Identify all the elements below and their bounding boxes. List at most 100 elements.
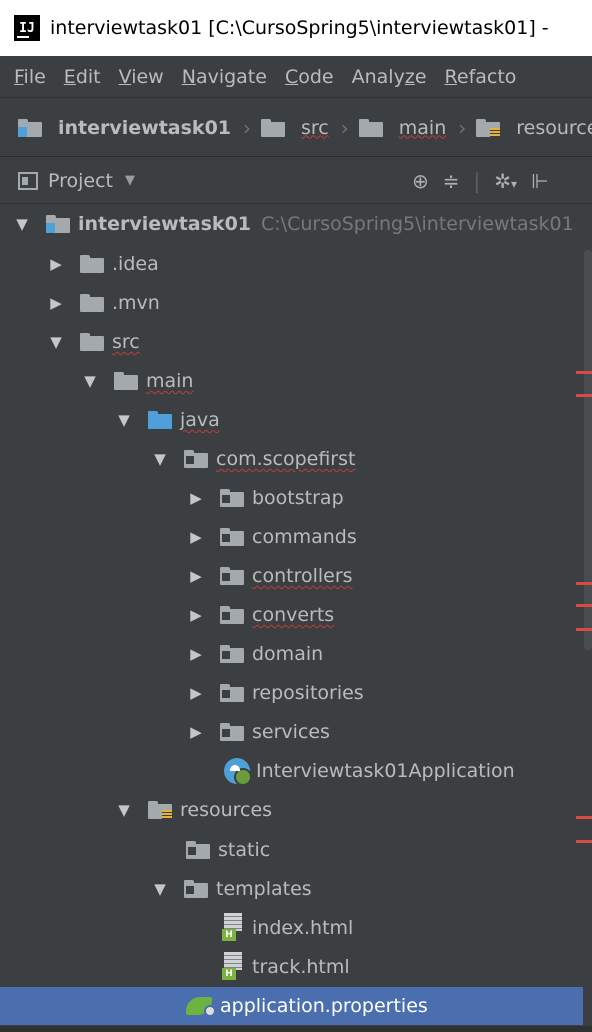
tree-item-label: track.html (252, 956, 350, 978)
breadcrumb-item-project[interactable]: interviewtask01 (18, 117, 231, 139)
tree-item-app-class[interactable]: Interviewtask01Application (0, 752, 592, 790)
chevron-right-icon: › (340, 115, 349, 140)
tree-item-label: .mvn (112, 292, 160, 314)
gear-icon[interactable]: ✲▾ (494, 169, 517, 193)
tree-item-converts[interactable]: ▶ converts (0, 596, 592, 634)
window-title-bar: IJ interviewtask01 [C:\CursoSpring5\inte… (0, 0, 592, 56)
breadcrumb-label: main (398, 116, 447, 139)
package-icon (220, 528, 244, 546)
chevron-down-icon[interactable]: ▼ (46, 332, 66, 352)
tree-item-services[interactable]: ▶ services (0, 713, 592, 751)
package-icon (220, 684, 244, 702)
tree-item-resources[interactable]: ▼ resources (0, 791, 592, 829)
tree-item-label: bootstrap (252, 487, 344, 509)
tree-item-label: main (146, 370, 194, 392)
menu-code[interactable]: Code (285, 66, 334, 88)
intellij-logo-icon: IJ (14, 15, 40, 41)
chevron-right-icon[interactable]: ▶ (186, 644, 206, 664)
breadcrumb-item-resources[interactable]: resource (476, 117, 592, 139)
chevron-down-icon[interactable]: ▼ (12, 214, 32, 234)
tree-item-label: converts (252, 604, 335, 626)
package-icon (220, 567, 244, 585)
chevron-right-icon: › (243, 115, 252, 140)
tree-item-java[interactable]: ▼ java (0, 401, 592, 439)
locate-icon[interactable]: ⊕ (412, 169, 429, 193)
tree-item-controllers[interactable]: ▶ controllers (0, 557, 592, 595)
scrollbar-thumb[interactable] (584, 250, 592, 650)
menu-edit[interactable]: Edit (64, 66, 101, 88)
tree-item-label: domain (252, 643, 324, 665)
folder-icon (80, 333, 104, 351)
folder-icon (186, 841, 210, 859)
breadcrumb-label: resource (516, 116, 592, 139)
chevron-right-icon[interactable]: ▶ (186, 722, 206, 742)
chevron-right-icon[interactable]: ▶ (46, 293, 66, 313)
error-marker[interactable] (576, 582, 592, 585)
html-file-icon: H (222, 913, 246, 943)
tree-item-track-html[interactable]: H track.html (0, 948, 592, 986)
error-marker[interactable] (576, 604, 592, 607)
tree-item-commands[interactable]: ▶ commands (0, 518, 592, 556)
tree-item-label: src (112, 331, 140, 353)
menu-analyze[interactable]: Analyze (352, 66, 427, 88)
collapse-all-icon[interactable]: ≑ (443, 169, 460, 193)
tree-item-label: java (180, 409, 220, 431)
breadcrumb-item-main[interactable]: main (358, 116, 447, 139)
tree-item-repositories[interactable]: ▶ repositories (0, 674, 592, 712)
folder-icon (80, 255, 104, 273)
chevron-right-icon[interactable]: ▶ (46, 254, 66, 274)
tree-item-idea[interactable]: ▶ .idea (0, 245, 592, 283)
error-marker[interactable] (576, 840, 592, 843)
spring-boot-app-icon (224, 758, 252, 786)
toolbar-separator: | (473, 169, 481, 193)
chevron-right-icon[interactable]: ▶ (186, 488, 206, 508)
error-marker[interactable] (576, 394, 592, 397)
project-panel-title[interactable]: Project (48, 170, 113, 192)
menu-file[interactable]: File (14, 66, 46, 88)
chevron-down-icon[interactable]: ▼ (80, 371, 100, 391)
chevron-right-icon[interactable]: ▶ (186, 527, 206, 547)
tree-item-mvn[interactable]: ▶ .mvn (0, 284, 592, 322)
tree-item-domain[interactable]: ▶ domain (0, 635, 592, 673)
folder-icon (358, 118, 383, 137)
chevron-down-icon[interactable]: ▼ (114, 800, 134, 820)
breadcrumb-label: interviewtask01 (58, 116, 232, 139)
folder-icon (114, 372, 138, 390)
tree-item-root[interactable]: ▼ interviewtask01 C:\CursoSpring5\interv… (0, 205, 592, 243)
tree-item-main[interactable]: ▼ main (0, 362, 592, 400)
tree-item-templates[interactable]: ▼ templates (0, 870, 592, 908)
chevron-right-icon[interactable]: ▶ (186, 605, 206, 625)
menu-bar: File Edit View Navigate Code Analyze Ref… (0, 56, 592, 98)
chevron-down-icon[interactable]: ▼ (114, 410, 134, 430)
breadcrumb-item-src[interactable]: src (261, 117, 329, 139)
tree-item-static[interactable]: static (0, 831, 592, 869)
error-marker[interactable] (576, 628, 592, 631)
tree-item-application-properties[interactable]: application.properties (0, 987, 592, 1025)
chevron-down-icon[interactable]: ▼ (125, 173, 135, 188)
hide-panel-icon[interactable]: ⊩ (531, 169, 548, 193)
chevron-down-icon[interactable]: ▼ (150, 449, 170, 469)
folder-icon (184, 880, 208, 898)
tree-item-label: Interviewtask01Application (256, 760, 515, 782)
package-icon (220, 723, 244, 741)
tree-item-bootstrap[interactable]: ▶ bootstrap (0, 479, 592, 517)
tree-item-label: com.scopefirst (216, 448, 356, 470)
breadcrumb-label: src (301, 116, 329, 139)
chevron-down-icon[interactable]: ▼ (150, 879, 170, 899)
error-marker[interactable] (576, 816, 592, 819)
error-marker[interactable] (576, 371, 592, 374)
window-title: interviewtask01 [C:\CursoSpring5\intervi… (50, 17, 549, 39)
menu-navigate[interactable]: Navigate (182, 66, 267, 88)
tree-item-index-html[interactable]: H index.html (0, 909, 592, 947)
chevron-right-icon[interactable]: ▶ (186, 683, 206, 703)
tree-item-label: resources (180, 799, 273, 821)
menu-view[interactable]: View (119, 66, 164, 88)
chevron-right-icon[interactable]: ▶ (186, 566, 206, 586)
menu-refactor[interactable]: Refacto (445, 66, 517, 88)
folder-icon (80, 294, 104, 312)
tree-item-src[interactable]: ▼ src (0, 323, 592, 361)
tree-item-label: repositories (252, 682, 364, 704)
resources-folder-icon (148, 801, 172, 819)
tree-item-label: commands (252, 526, 357, 548)
tree-item-package[interactable]: ▼ com.scopefirst (0, 440, 592, 478)
